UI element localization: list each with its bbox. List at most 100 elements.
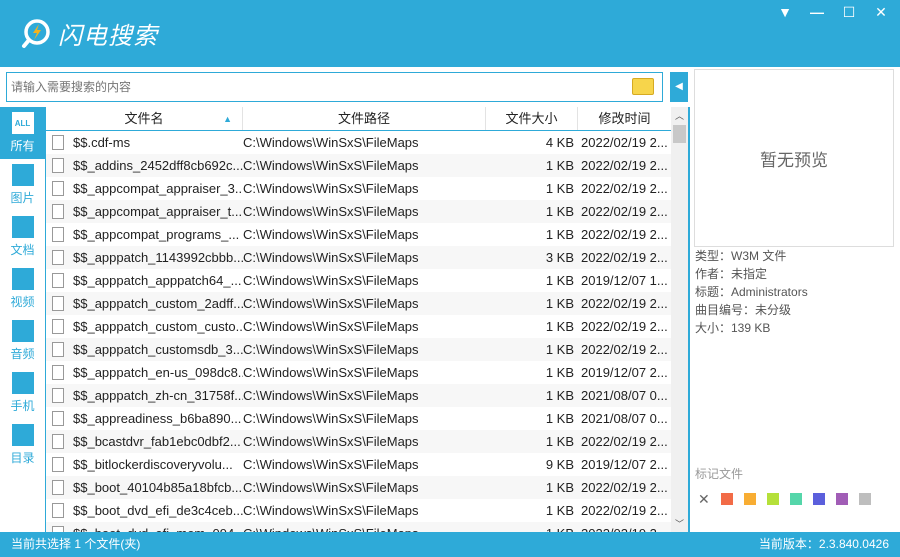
sidebar-item-6[interactable]: 目录 xyxy=(0,419,45,471)
table-row[interactable]: $$_apppatch_zh-cn_31758f... C:\Windows\Wi… xyxy=(46,384,671,407)
file-size: 1 KB xyxy=(545,181,574,196)
file-name: $$_appcompat_programs_... xyxy=(46,223,243,246)
scroll-down-icon[interactable]: ﹀ xyxy=(671,517,688,530)
modified-time: 2019/12/07 1... xyxy=(581,273,668,288)
table-row[interactable]: $$.cdf-ms C:\Windows\WinSxS\FileMaps 4 KB 2… xyxy=(46,131,671,154)
file-name-text: $$_apppatch_1143992cbbb... xyxy=(73,250,243,265)
file-size: 9 KB xyxy=(545,457,574,472)
color-tag-button[interactable] xyxy=(789,493,802,505)
modified-time: 2022/02/19 2... xyxy=(581,319,668,334)
file-name: $$_appreadiness_b6ba890... xyxy=(46,407,243,430)
search-input[interactable] xyxy=(7,73,607,101)
sidebar-item-1[interactable]: 图片 xyxy=(0,159,45,211)
sidebar-item-4[interactable]: 音频 xyxy=(0,315,45,367)
file-size: 1 KB xyxy=(486,522,578,532)
color-tag-button[interactable] xyxy=(743,493,756,505)
file-icon xyxy=(52,135,64,150)
minimize-button[interactable]: — xyxy=(808,4,826,21)
file-path: C:\Windows\WinSxS\FileMaps xyxy=(243,434,419,449)
table-row[interactable]: $$_apppatch_custom_custo... C:\Windows\Wi… xyxy=(46,315,671,338)
vertical-scrollbar[interactable]: ︿ ﹀ xyxy=(671,107,688,532)
column-header-path[interactable]: 文件路径 xyxy=(243,107,486,130)
color-tag-button[interactable] xyxy=(812,493,825,505)
color-tag-button[interactable] xyxy=(720,493,733,505)
table-row[interactable]: $$_boot_dvd_efi_mem_094...C:\Windows\Win… xyxy=(46,522,671,532)
version-label: 当前版本：2.3.840.0426 xyxy=(758,537,889,551)
color-tag-button[interactable] xyxy=(858,493,871,505)
file-path: C:\Windows\WinSxS\FileMaps xyxy=(243,457,419,472)
table-row[interactable]: $$_boot_dvd_efi_de3c4ceb... C:\Windows\Wi… xyxy=(46,499,671,522)
file-size: 1 KB xyxy=(545,296,574,311)
file-name: $$_bcastdvr_fab1ebc0dbf2... xyxy=(46,430,243,453)
file-icon xyxy=(52,227,64,242)
file-icon xyxy=(52,434,64,449)
sidebar-item-0[interactable]: ALL 所有 xyxy=(0,107,45,159)
file-size: 1 KB xyxy=(545,227,574,242)
table-row[interactable]: $$_appcompat_appraiser_3... C:\Windows\Wi… xyxy=(46,177,671,200)
sidebar-item-2[interactable]: 文档 xyxy=(0,211,45,263)
table-row[interactable]: $$_appcompat_appraiser_t... C:\Windows\Wi… xyxy=(46,200,671,223)
table-row[interactable]: $$_apppatch_1143992cbbb... C:\Windows\Win… xyxy=(46,246,671,269)
file-name: $$_apppatch_en-us_098dc8... xyxy=(46,361,243,384)
table-row[interactable]: $$_apppatch_apppatch64_... C:\Windows\Win… xyxy=(46,269,671,292)
collapse-panel-button[interactable]: ◀ xyxy=(670,72,688,102)
menu-dropdown-icon[interactable]: ▼ xyxy=(776,4,794,21)
file-name: $$_apppatch_custom_2adff... xyxy=(46,292,243,315)
maximize-button[interactable]: ☐ xyxy=(840,4,858,21)
sidebar-item-5[interactable]: 手机 xyxy=(0,367,45,419)
preview-panel: 暂无预览 类型：W3M 文件 作者：未指定 标题：Administrators 曲目编… xyxy=(690,67,900,532)
table-row[interactable]: $$_apppatch_customsdb_3... C:\Windows\Win… xyxy=(46,338,671,361)
file-name-text: $$_apppatch_zh-cn_31758f... xyxy=(73,388,243,403)
file-size: 1 KB xyxy=(545,365,574,380)
scrollbar-thumb[interactable] xyxy=(673,125,686,143)
file-icon xyxy=(52,158,64,173)
table-header: 文件名 ▲ 文件路径 文件大小 修改时间 xyxy=(46,107,671,131)
scroll-up-icon[interactable]: ︿ xyxy=(671,109,688,122)
file-name-text: $$_bitlockerdiscoveryvolu... xyxy=(73,457,233,472)
table-row[interactable]: $$_bitlockerdiscoveryvolu... C:\Windows\W… xyxy=(46,453,671,476)
file-icon xyxy=(52,365,64,380)
file-name: $$_boot_40104b85a18bfcb... xyxy=(46,476,243,499)
file-name-text: $$_boot_dvd_efi_mem_094... xyxy=(73,522,243,532)
file-name-text: $$_apppatch_customsdb_3... xyxy=(73,342,243,357)
file-icon xyxy=(52,503,64,518)
color-tag-button[interactable] xyxy=(766,493,779,505)
column-header-name[interactable]: 文件名 ▲ xyxy=(46,107,243,130)
file-name-text: $$_bcastdvr_fab1ebc0dbf2... xyxy=(73,434,241,449)
folder-icon[interactable] xyxy=(632,78,654,95)
file-icon xyxy=(52,388,64,403)
lightning-search-icon xyxy=(20,18,52,50)
table-row[interactable]: $$_boot_40104b85a18bfcb... C:\Windows\Win… xyxy=(46,476,671,499)
table-row[interactable]: $$_apppatch_en-us_098dc8... C:\Windows\Wi… xyxy=(46,361,671,384)
sidebar-item-label: 文档 xyxy=(10,243,35,257)
table-row[interactable]: $$_appcompat_programs_... C:\Windows\WinS… xyxy=(46,223,671,246)
file-icon xyxy=(52,480,64,495)
modified-time: 2022/02/19 2... xyxy=(581,503,668,518)
close-button[interactable]: ✕ xyxy=(872,4,890,21)
status-bar: 当前共选择 1 个文件(夹) 当前版本：2.3.840.0426 xyxy=(0,532,900,557)
file-path: C:\Windows\WinSxS\FileMaps xyxy=(243,503,419,518)
modified-time: 2022/02/19 2... xyxy=(581,204,668,219)
modified-time: 2022/02/19 2... xyxy=(578,522,671,532)
column-header-size[interactable]: 文件大小 xyxy=(486,107,578,130)
search-box xyxy=(6,72,663,102)
modified-time: 2019/12/07 2... xyxy=(581,365,668,380)
table-row[interactable]: $$_appreadiness_b6ba890... C:\Windows\Win… xyxy=(46,407,671,430)
color-tag-button[interactable] xyxy=(835,493,848,505)
file-path: C:\Windows\WinSxS\FileMaps xyxy=(243,250,419,265)
table-row[interactable]: $$_bcastdvr_fab1ebc0dbf2... C:\Windows\Wi… xyxy=(46,430,671,453)
table-row[interactable]: $$_apppatch_custom_2adff... C:\Windows\Wi… xyxy=(46,292,671,315)
file-name: $$_appcompat_appraiser_3... xyxy=(46,177,243,200)
table-row[interactable]: $$_addins_2452dff8cb692c... C:\Windows\Wi… xyxy=(46,154,671,177)
file-name-text: $$_apppatch_custom_2adff... xyxy=(73,296,243,311)
clear-tag-icon[interactable]: ✕ xyxy=(698,492,710,506)
file-path: C:\Windows\WinSxS\FileMaps xyxy=(243,296,419,311)
file-size: 4 KB xyxy=(545,135,574,150)
file-icon xyxy=(52,342,64,357)
column-header-modified[interactable]: 修改时间 xyxy=(578,107,671,130)
metadata-line: 曲目编号：未分级 xyxy=(695,303,792,317)
sidebar-item-3[interactable]: 视频 xyxy=(0,263,45,315)
file-name-text: $$_addins_2452dff8cb692c... xyxy=(73,158,243,173)
file-path: C:\Windows\WinSxS\FileMaps xyxy=(243,135,419,150)
search-bar xyxy=(0,67,690,107)
